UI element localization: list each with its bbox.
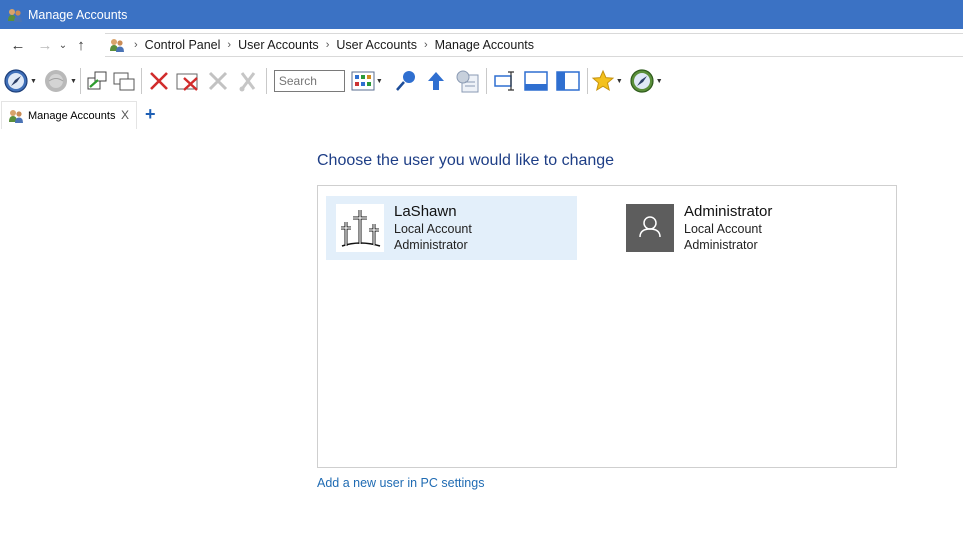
toolbar-divider [485,68,487,94]
favorites-star-icon [591,69,615,92]
account-name: LaShawn [394,203,457,220]
account-info: Administrator Local Account Administrato… [684,203,772,253]
toolbar: ▼ ▼ Search ▼ ▼ ▼ [0,64,963,98]
add-new-user-link[interactable]: Add a new user in PC settings [317,476,484,490]
tab-manage-accounts[interactable]: Manage Accounts X [1,101,137,129]
compass-button[interactable]: ▼ [3,66,37,96]
globe-button[interactable]: ▼ [43,66,77,96]
properties-button[interactable] [451,66,483,96]
chevron-right-icon[interactable]: › [134,39,138,51]
title-bar: Manage Accounts [0,0,963,29]
cross-disabled-button[interactable] [203,66,233,96]
close-tab-icon[interactable]: X [121,108,129,122]
cut-disabled-button[interactable] [233,66,263,96]
delete-x-icon [149,72,168,90]
breadcrumb-user-accounts-sub[interactable]: User Accounts [336,38,417,52]
text-select-icon [494,71,514,91]
chevron-right-icon[interactable]: › [227,39,231,51]
account-name: Administrator [684,203,773,220]
sidebar-button[interactable] [552,66,584,96]
recent-locations-chevron-icon[interactable]: ⌄ [56,34,70,56]
dropdown-arrow-icon[interactable]: ▼ [616,78,623,85]
back-arrow-icon[interactable]: ← [7,34,29,56]
status-bar-icon [524,71,548,91]
page-heading: Choose the user you would like to change [317,152,615,169]
tab-label: Manage Accounts [28,109,116,122]
tab-strip: Manage Accounts X + [0,101,963,129]
avatar [626,204,674,252]
compass-icon [4,69,28,93]
up-button[interactable] [421,66,451,96]
account-role: Administrator [394,238,468,252]
search-input[interactable] [273,70,345,92]
account-role: Administrator [684,238,758,252]
delete-window-icon [176,73,198,91]
default-user-avatar-icon [626,204,674,252]
delete-button[interactable] [145,66,173,96]
cut-disabled-icon [239,72,256,92]
cascade-windows-icon [113,72,135,91]
crosses-avatar-icon [336,204,384,252]
breadcrumb-control-panel[interactable]: Control Panel [145,38,221,52]
cascade-windows-button[interactable] [110,66,138,96]
dropdown-arrow-icon[interactable]: ▼ [30,78,37,85]
dropdown-arrow-icon[interactable]: ▼ [70,78,77,85]
favorites-button[interactable]: ▼ [591,66,623,96]
up-arrow-nav-icon[interactable]: ↑ [70,34,92,56]
chevron-right-icon[interactable]: › [424,39,428,51]
account-type: Local Account [394,222,472,236]
toolbar-divider [586,68,588,94]
status-bar-button[interactable] [520,66,552,96]
users-icon [8,108,24,124]
users-icon [7,7,23,23]
new-window-button[interactable] [84,66,110,96]
view-grid-icon [351,71,375,91]
dropdown-arrow-icon[interactable]: ▼ [656,78,663,85]
view-button[interactable]: ▼ [351,66,383,96]
chevron-right-icon[interactable]: › [326,39,330,51]
sidebar-icon [556,71,580,91]
compass-menu-button[interactable]: ▼ [629,66,663,96]
pushpin-icon [395,71,415,91]
account-tile-administrator[interactable]: Administrator Local Account Administrato… [616,196,867,260]
control-panel-users-icon [109,37,125,53]
pin-button[interactable] [391,66,421,96]
breadcrumb-manage-accounts[interactable]: Manage Accounts [435,38,534,52]
account-type: Local Account [684,222,762,236]
cross-disabled-icon [208,71,227,91]
toolbar-divider [140,68,142,94]
window-title: Manage Accounts [28,7,128,22]
toolbar-divider [79,68,81,94]
delete-window-button[interactable] [173,66,203,96]
dropdown-arrow-icon[interactable]: ▼ [376,78,383,85]
new-window-icon [87,71,107,90]
address-bar: ← → ⌄ ↑ › Control Panel › User Accounts … [0,32,963,58]
new-tab-plus-icon[interactable]: + [145,104,156,125]
toolbar-divider [265,68,267,94]
account-info: LaShawn Local Account Administrator [394,203,472,253]
breadcrumb-user-accounts[interactable]: User Accounts [238,38,319,52]
text-select-button[interactable] [490,66,520,96]
account-tile-lashawn[interactable]: LaShawn Local Account Administrator [326,196,577,260]
properties-icon [456,70,479,93]
globe-icon [44,70,67,92]
breadcrumb[interactable]: › Control Panel › User Accounts › User A… [105,33,963,57]
accounts-panel: LaShawn Local Account Administrator Admi… [317,185,897,468]
avatar [336,204,384,252]
compass-dropdown-icon [630,69,654,93]
up-arrow-icon [427,72,444,90]
forward-arrow-icon[interactable]: → [34,34,56,56]
